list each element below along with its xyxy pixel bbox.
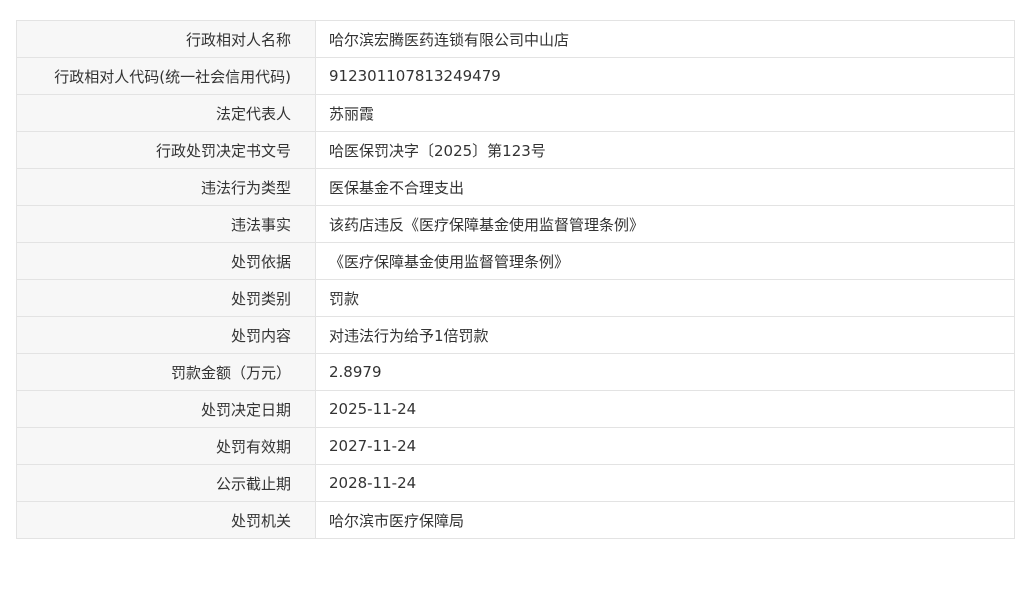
- row-value: 2025-11-24: [315, 390, 1015, 428]
- row-label: 处罚有效期: [16, 427, 316, 465]
- table-row-penalty-authority: 处罚机关 哈尔滨市医疗保障局: [16, 501, 1015, 539]
- row-value: 2027-11-24: [315, 427, 1015, 465]
- row-value: 哈尔滨市医疗保障局: [315, 501, 1015, 539]
- row-label: 行政相对人代码(统一社会信用代码): [16, 57, 316, 95]
- table-row-penalty-basis: 处罚依据 《医疗保障基金使用监督管理条例》: [16, 242, 1015, 280]
- row-label: 处罚内容: [16, 316, 316, 354]
- row-value: 医保基金不合理支出: [315, 168, 1015, 206]
- row-label: 行政相对人名称: [16, 20, 316, 58]
- table-row-validity-date: 处罚有效期 2027-11-24: [16, 427, 1015, 465]
- table-row-penalty-content: 处罚内容 对违法行为给予1倍罚款: [16, 316, 1015, 354]
- row-label: 处罚类别: [16, 279, 316, 317]
- row-label: 违法事实: [16, 205, 316, 243]
- row-label: 违法行为类型: [16, 168, 316, 206]
- table-row-publicity-deadline: 公示截止期 2028-11-24: [16, 464, 1015, 502]
- table-row-legal-representative: 法定代表人 苏丽霞: [16, 94, 1015, 132]
- row-label: 行政处罚决定书文号: [16, 131, 316, 169]
- row-value: 苏丽霞: [315, 94, 1015, 132]
- table-row-violation-type: 违法行为类型 医保基金不合理支出: [16, 168, 1015, 206]
- row-value: 罚款: [315, 279, 1015, 317]
- row-label: 罚款金额（万元）: [16, 353, 316, 391]
- table-row-penalty-category: 处罚类别 罚款: [16, 279, 1015, 317]
- row-label: 处罚机关: [16, 501, 316, 539]
- row-value: 2028-11-24: [315, 464, 1015, 502]
- table-row-decision-date: 处罚决定日期 2025-11-24: [16, 390, 1015, 428]
- row-value: 哈尔滨宏腾医药连锁有限公司中山店: [315, 20, 1015, 58]
- table-row-violation-facts: 违法事实 该药店违反《医疗保障基金使用监督管理条例》: [16, 205, 1015, 243]
- table-row-counterparty-name: 行政相对人名称 哈尔滨宏腾医药连锁有限公司中山店: [16, 20, 1015, 58]
- row-label: 公示截止期: [16, 464, 316, 502]
- row-value: 2.8979: [315, 353, 1015, 391]
- row-value: 哈医保罚决字〔2025〕第123号: [315, 131, 1015, 169]
- row-label: 法定代表人: [16, 94, 316, 132]
- row-value: 912301107813249479: [315, 57, 1015, 95]
- row-value: 该药店违反《医疗保障基金使用监督管理条例》: [315, 205, 1015, 243]
- row-label: 处罚依据: [16, 242, 316, 280]
- table-row-fine-amount: 罚款金额（万元） 2.8979: [16, 353, 1015, 391]
- table-row-credit-code: 行政相对人代码(统一社会信用代码) 912301107813249479: [16, 57, 1015, 95]
- table-row-decision-number: 行政处罚决定书文号 哈医保罚决字〔2025〕第123号: [16, 131, 1015, 169]
- row-value: 《医疗保障基金使用监督管理条例》: [315, 242, 1015, 280]
- row-value: 对违法行为给予1倍罚款: [315, 316, 1015, 354]
- row-label: 处罚决定日期: [16, 390, 316, 428]
- penalty-info-table: 行政相对人名称 哈尔滨宏腾医药连锁有限公司中山店 行政相对人代码(统一社会信用代…: [16, 20, 1015, 539]
